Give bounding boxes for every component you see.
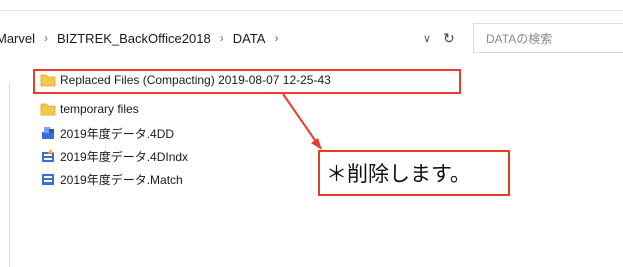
annotation-text: ＊削除します。	[326, 162, 471, 186]
annotation-callout: ＊削除します。	[318, 150, 510, 196]
annotation-arrow	[282, 93, 322, 150]
